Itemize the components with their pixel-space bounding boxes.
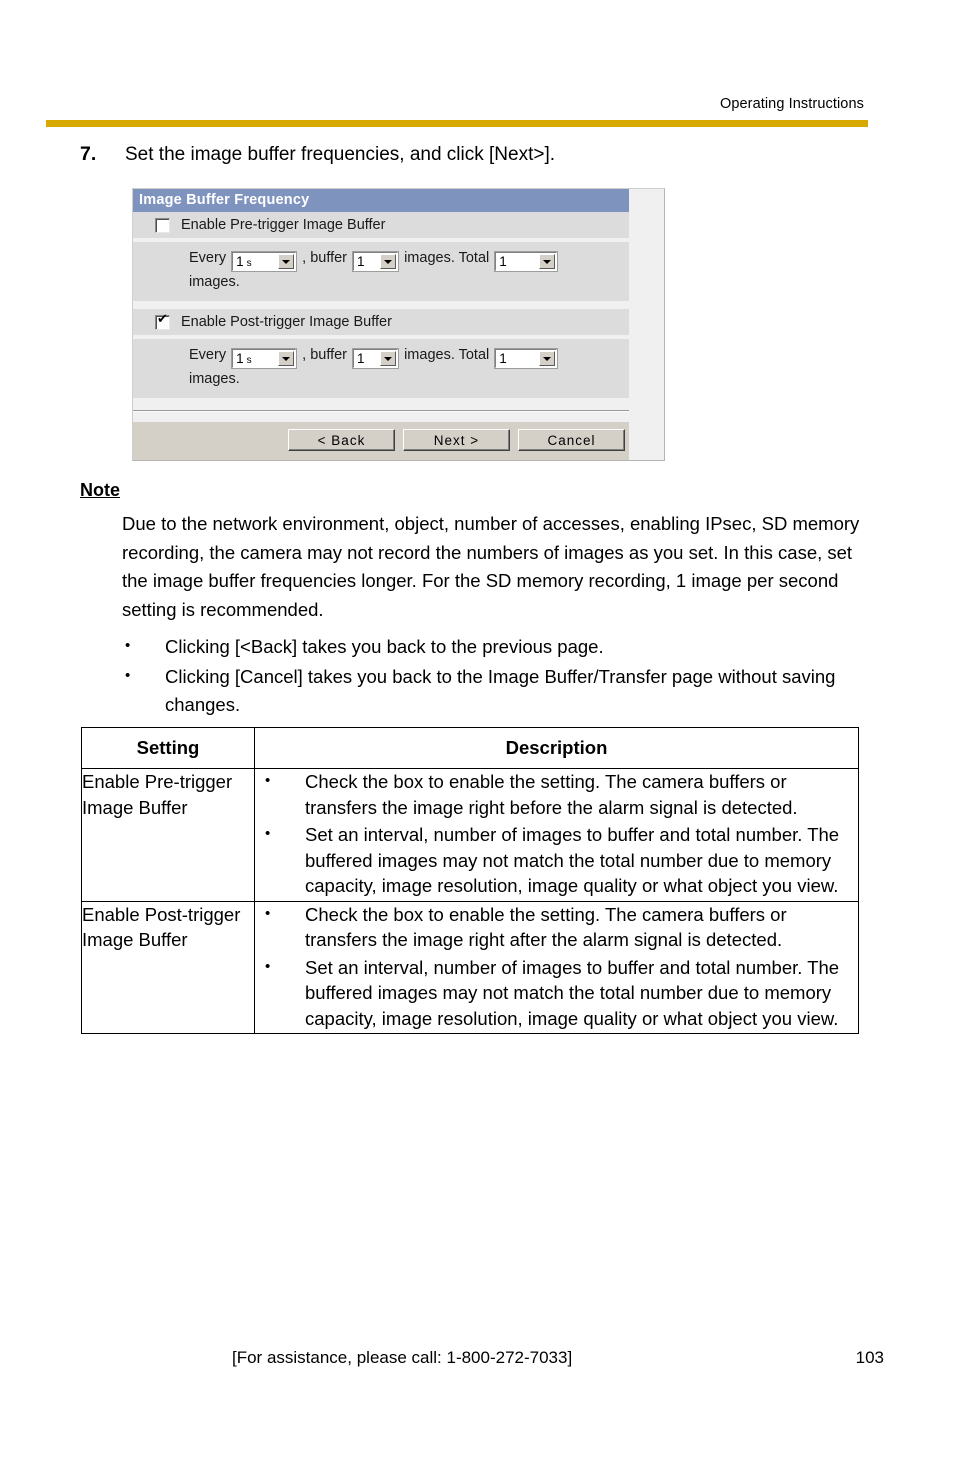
list-item: • Clicking [<Back] takes you back to the… — [122, 633, 870, 662]
enable-pre-trigger-row[interactable]: ✔ Enable Pre-trigger Image Buffer — [133, 212, 629, 238]
image-buffer-frequency-dialog: Image Buffer Frequency ✔ Enable Pre-trig… — [132, 188, 665, 461]
step-text: Set the image buffer frequencies, and cl… — [125, 144, 556, 165]
column-header-setting: Setting — [81, 727, 255, 769]
list-item: • Check the box to enable the setting. T… — [255, 902, 858, 953]
enable-post-trigger-label: Enable Post-trigger Image Buffer — [181, 314, 392, 330]
table-header-row: Setting Description — [81, 727, 859, 769]
post-buffer-select[interactable]: 1 — [352, 348, 400, 369]
dialog-button-bar: < Back Next > Cancel — [133, 422, 629, 460]
post-images-suffix-label: images. — [189, 371, 240, 387]
list-item: • Set an interval, number of images to b… — [255, 955, 858, 1032]
note-heading: Note — [80, 480, 120, 500]
dropdown-arrow-icon[interactable] — [380, 254, 397, 269]
list-item-text: Check the box to enable the setting. The… — [305, 771, 798, 818]
note-section: Note Due to the network environment, obj… — [80, 480, 870, 721]
post-buffer-value: 1 — [357, 351, 365, 366]
step-number: 7. — [80, 143, 97, 165]
table-row: Enable Pre-trigger Image Buffer • Check … — [81, 768, 859, 902]
cell-description: • Check the box to enable the setting. T… — [254, 768, 859, 902]
pre-images-suffix-label: images. — [189, 274, 240, 290]
page-header-title: Operating Instructions — [719, 96, 864, 112]
pre-trigger-fields-row: Every 1 s , buffer 1 images. Total 1 ima… — [133, 242, 629, 301]
back-button[interactable]: < Back — [288, 429, 395, 451]
bullet-icon: • — [265, 825, 271, 842]
post-total-value: 1 — [499, 351, 507, 366]
list-item: • Check the box to enable the setting. T… — [255, 769, 858, 820]
checkbox-tick-icon: ✔ — [157, 311, 168, 327]
pre-buffer-value: 1 — [357, 254, 365, 269]
enable-post-trigger-checkbox[interactable]: ✔ — [155, 311, 170, 330]
pre-images-total-label: images. Total — [404, 250, 490, 266]
post-interval-select[interactable]: 1 s — [231, 348, 298, 369]
description-bullet-list: • Check the box to enable the setting. T… — [255, 769, 858, 899]
pre-buffer-label: , buffer — [302, 250, 348, 266]
list-item-text: Check the box to enable the setting. The… — [305, 903, 787, 951]
post-images-total-label: images. Total — [404, 347, 490, 363]
dropdown-arrow-icon[interactable] — [278, 254, 295, 269]
next-button[interactable]: Next > — [403, 429, 510, 451]
list-item-text: Set an interval, number of images to buf… — [305, 956, 840, 1029]
list-item-text: Clicking [Cancel] takes you back to the … — [165, 665, 836, 716]
cell-setting-name: Enable Post-trigger Image Buffer — [81, 900, 255, 1034]
post-interval-value: 1 — [236, 351, 244, 366]
post-trigger-fields-row: Every 1 s , buffer 1 images. Total 1 ima… — [133, 339, 629, 398]
pre-total-value: 1 — [499, 254, 507, 269]
enable-pre-trigger-label: Enable Pre-trigger Image Buffer — [181, 217, 386, 233]
pre-interval-select[interactable]: 1 s — [231, 251, 298, 272]
dropdown-arrow-icon[interactable] — [539, 254, 556, 269]
cancel-button[interactable]: Cancel — [518, 429, 625, 451]
pre-every-label: Every — [189, 250, 227, 266]
note-paragraph: Due to the network environment, object, … — [122, 513, 860, 620]
enable-post-trigger-row[interactable]: ✔ Enable Post-trigger Image Buffer — [133, 309, 629, 335]
dropdown-arrow-icon[interactable] — [539, 351, 556, 366]
post-trigger-section: ✔ Enable Post-trigger Image Buffer Every… — [133, 309, 629, 398]
bullet-icon: • — [125, 666, 131, 684]
pre-buffer-select[interactable]: 1 — [352, 251, 400, 272]
cell-setting-name: Enable Pre-trigger Image Buffer — [81, 768, 255, 902]
enable-pre-trigger-checkbox[interactable]: ✔ — [155, 217, 170, 233]
footer-page-number: 103 — [855, 1348, 884, 1367]
header-rule-divider — [46, 120, 868, 127]
pre-interval-unit: s — [246, 258, 252, 269]
post-total-select[interactable]: 1 — [494, 348, 559, 369]
list-item-text: Clicking [<Back] takes you back to the p… — [165, 636, 604, 657]
list-item: • Clicking [Cancel] takes you back to th… — [122, 663, 870, 720]
list-item-text: Set an interval, number of images to buf… — [305, 824, 840, 896]
dropdown-arrow-icon[interactable] — [278, 351, 295, 366]
dropdown-arrow-icon[interactable] — [380, 351, 397, 366]
pre-trigger-section: ✔ Enable Pre-trigger Image Buffer Every … — [133, 212, 629, 301]
dialog-titlebar: Image Buffer Frequency — [133, 189, 629, 212]
bullet-icon: • — [265, 904, 271, 922]
dialog-divider-area — [133, 398, 629, 412]
description-bullet-list: • Check the box to enable the setting. T… — [255, 902, 858, 1032]
bullet-icon: • — [125, 637, 131, 654]
note-bullet-list: • Clicking [<Back] takes you back to the… — [122, 633, 870, 720]
cell-description: • Check the box to enable the setting. T… — [254, 900, 859, 1034]
post-interval-unit: s — [246, 355, 252, 366]
table-row: Enable Post-trigger Image Buffer • Check… — [81, 900, 859, 1034]
column-header-description: Description — [254, 727, 859, 769]
footer-assistance-text: [For assistance, please call: 1-800-272-… — [232, 1348, 573, 1367]
pre-interval-value: 1 — [236, 254, 244, 269]
post-buffer-label: , buffer — [302, 347, 348, 363]
dialog-divider — [133, 410, 629, 412]
bullet-icon: • — [265, 772, 271, 789]
pre-total-select[interactable]: 1 — [494, 251, 559, 272]
settings-description-table: Setting Description Enable Pre-trigger I… — [81, 727, 859, 1034]
bullet-icon: • — [265, 957, 271, 975]
post-every-label: Every — [189, 347, 227, 363]
list-item: • Set an interval, number of images to b… — [255, 822, 858, 899]
